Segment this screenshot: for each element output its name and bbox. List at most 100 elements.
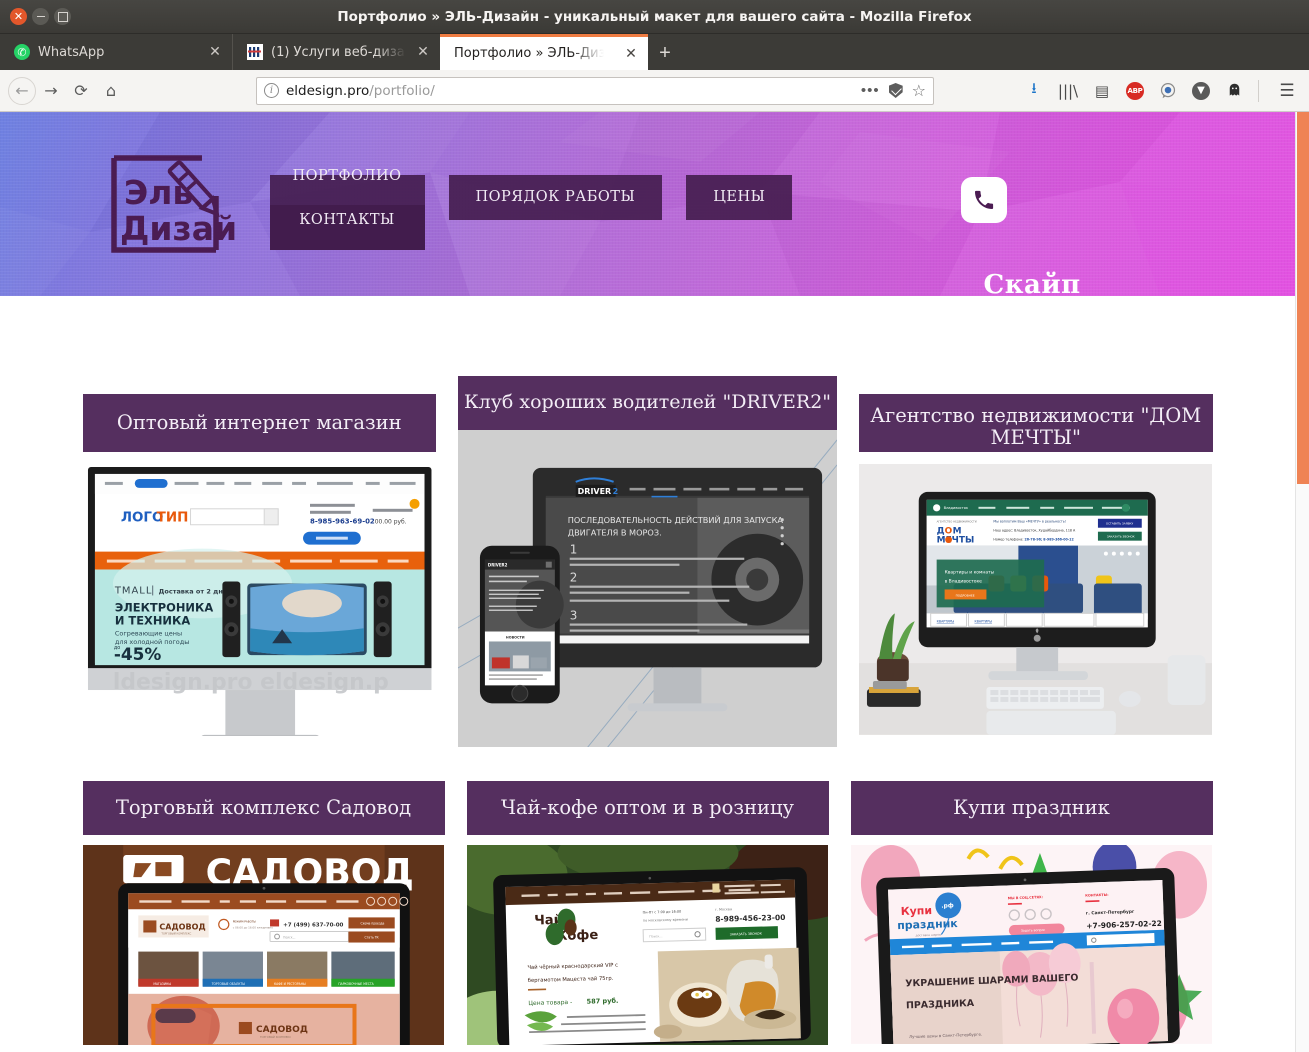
portfolio-card[interactable]: Купи праздник Купи праздник .рф доставка… [850,781,1213,1045]
tab-whatsapp[interactable]: ✆ WhatsApp ✕ [0,34,232,70]
downloads-icon[interactable]: ⭳ [1024,79,1044,101]
page-viewport: Эль Дизайн ПОРТФОЛИО КОНТАКТЫ ПОРЯДОК РА… [0,112,1309,1052]
card-title: Агентство недвижимости "ДОМ МЕЧТЫ" [859,394,1213,452]
nav-item-work-order[interactable]: ПОРЯДОК РАБОТЫ [448,175,663,220]
nav-item-prices[interactable]: ЦЕНЫ [686,175,793,220]
svg-text:-45%: -45% [113,644,161,664]
ghostery-icon[interactable] [1224,81,1244,101]
back-icon[interactable]: ← [8,76,36,105]
toolbar-divider [1258,79,1259,102]
svg-text:Купи: Купи [900,904,932,918]
svg-text:с 06:00 до 16:00 ежедневно: с 06:00 до 16:00 ежедневно [232,925,272,929]
svg-text:Наш адрес: Владивосток, Худайб: Наш адрес: Владивосток, Худайбердина, 11… [993,529,1076,533]
portfolio-card[interactable]: Торговый комплекс Садовод САДОВОД САДОВО… [82,781,445,1045]
site-header: Эль Дизайн ПОРТФОЛИО КОНТАКТЫ ПОРЯДОК РА… [0,112,1295,296]
card-title-line1: Агентство недвижимости "ДОМ [870,404,1202,427]
bookmark-star-icon[interactable]: ☆ [912,81,926,100]
svg-text:3: 3 [570,609,578,623]
card-title: Оптовый интернет магазин [82,394,436,452]
messenger-icon[interactable] [1158,81,1178,101]
scrollbar-thumb[interactable] [1297,112,1309,484]
hamburger-menu-icon[interactable]: ☰ [1277,81,1297,101]
card-title: Купи праздник [850,781,1213,835]
svg-text:Схема проезда: Схема проезда [360,921,384,925]
tab-close-icon[interactable]: ✕ [622,45,640,63]
portfolio-card[interactable]: Оптовый интернет магазин ЛОГО ТИП 8-985-… [82,394,436,748]
window-controls: ✕ [10,8,71,25]
svg-text:Задать вопрос: Задать вопрос [1020,928,1045,933]
svg-text:Номер телефона: 26-78-96; 8-98: Номер телефона: 26-78-96; 8-989-366-00-1… [993,538,1073,542]
tab-vk-services[interactable]: (1) Услуги веб-дизайнер ✕ [232,34,440,70]
page-scrollbar[interactable] [1295,112,1309,1052]
svg-text:2: 2 [613,487,619,496]
svg-text:САДОВОД: САДОВОД [159,922,205,931]
svg-text:2: 2 [570,571,578,585]
sidebar-icon[interactable]: ▤ [1092,81,1112,101]
address-bar[interactable]: i eldesign.pro/portfolio/ ••• ☆ [256,76,934,105]
nav-portfolio-contacts-group[interactable]: ПОРТФОЛИО КОНТАКТЫ [269,169,425,250]
portfolio-card[interactable]: Агентство недвижимости "ДОМ МЕЧТЫ" Влади… [859,394,1213,748]
page-actions-icon[interactable]: ••• [861,82,880,99]
card-screenshot[interactable]: ЛОГО ТИП 8-985-963-69-02 00.00 руб. TMAL… [82,464,436,736]
svg-text:КВАРТИРЫ: КВАРТИРЫ [975,619,993,623]
card-screenshot[interactable]: DRIVER 2 ПОСЛЕДОВАТЕЛЬНОСТЬ ДЕЙСТВИЙ ДЛЯ… [457,430,838,748]
window-maximize-button[interactable] [54,8,71,25]
site-info-icon[interactable]: i [264,83,279,98]
svg-text:587 руб.: 587 руб. [586,997,618,1006]
home-icon[interactable]: ⌂ [96,76,126,106]
svg-text:Поиск...: Поиск... [649,934,662,938]
adblock-plus-icon[interactable]: ABP [1126,81,1144,100]
svg-text:Согревающие цены: Согревающие цены [114,629,181,637]
browser-toolbar: ← → ⟳ ⌂ i eldesign.pro/portfolio/ ••• ☆ … [0,70,1309,112]
phone-icon[interactable] [960,177,1007,223]
portfolio-card[interactable]: Чай-кофе оптом и в розницу Чай Кофе Пн-П… [466,781,829,1045]
card-screenshot[interactable]: САДОВОД САДОВОД ТОРГОВЫЙ КОМПЛЕКС РЕЖИМ … [82,845,445,1045]
vk-icon [247,44,263,60]
svg-text:.рф: .рф [941,902,954,909]
svg-text:г. Москва: г. Москва [714,907,731,911]
nav-item-portfolio[interactable]: ПОРТФОЛИО [270,169,425,184]
driver2-mockup-image: DRIVER 2 ПОСЛЕДОВАТЕЛЬНОСТЬ ДЕЙСТВИЙ ДЛЯ… [457,430,838,748]
svg-text:DRIVER2: DRIVER2 [488,563,508,568]
svg-text:МАГАЗИНЫ: МАГАЗИНЫ [153,982,171,986]
svg-text:КАФЕ И РЕСТОРАНЫ: КАФЕ И РЕСТОРАНЫ [274,982,306,986]
forward-icon[interactable]: → [36,76,66,106]
svg-text:в Владивостоке: в Владивостоке [945,578,983,584]
window-close-button[interactable]: ✕ [10,8,27,25]
new-tab-button[interactable]: + [648,36,682,70]
card-title: Клуб хороших водителей "DRIVER2" [457,376,838,430]
svg-text:ТОРГОВЫЕ ОБЪЕКТЫ: ТОРГОВЫЕ ОБЪЕКТЫ [210,982,245,986]
tab-label: WhatsApp [38,44,105,60]
reload-icon[interactable]: ⟳ [66,76,96,106]
card-title: Чай-кофе оптом и в розницу [466,781,829,835]
card-title: Торговый комплекс Садовод [82,781,445,835]
nav-item-contacts[interactable]: КОНТАКТЫ [269,205,425,250]
site-navigation: ПОРТФОЛИО КОНТАКТЫ ПОРЯДОК РАБОТЫ ЦЕНЫ [269,169,793,250]
site-logo[interactable]: Эль Дизайн [106,140,259,258]
card-screenshot[interactable]: Чай Кофе Пн-Пт с 7:00 до 16:00 по москов… [466,845,829,1045]
shield-icon[interactable] [888,83,903,98]
portfolio-card[interactable]: Клуб хороших водителей "DRIVER2" DRIVER … [457,376,838,748]
toolbar-icons: ⭳ |||\ ▤ ABP ▼ ☰ [1024,79,1301,102]
svg-text:МЕЧТЫ: МЕЧТЫ [937,536,975,546]
svg-text:КВАРТИРЫ: КВАРТИРЫ [937,619,955,623]
svg-text:до: до [113,645,119,651]
kupiprazdnik-mockup-image: Купи праздник .рф доставка шаров МЫ В СО… [850,845,1213,1044]
chaykofe-mockup-image: Чай Кофе Пн-Пт с 7:00 до 16:00 по москов… [466,845,829,1045]
svg-text:Цена товара -: Цена товара - [528,999,572,1007]
tab-portfolio-eldesign[interactable]: Портфолио » ЭЛЬ-Дизайн - ✕ [440,34,648,70]
tab-close-icon[interactable]: ✕ [414,43,432,61]
pocket-icon[interactable]: ▼ [1192,81,1210,100]
svg-text:Владивосток: Владивосток [944,506,969,510]
window-minimize-button[interactable] [32,8,49,25]
tab-label: (1) Услуги веб-дизайнер [271,44,406,60]
shop-mockup-image: ЛОГО ТИП 8-985-963-69-02 00.00 руб. TMAL… [82,464,436,736]
library-icon[interactable]: |||\ [1058,81,1078,101]
svg-text:8-989-456-23-00: 8-989-456-23-00 [715,913,785,924]
card-title-line2: МЕЧТЫ" [990,426,1081,450]
card-screenshot[interactable]: Купи праздник .рф доставка шаров МЫ В СО… [850,845,1213,1045]
card-screenshot[interactable]: Владивосток АГЕНТСТВО НЕДВИЖИМОСТИ Д О М… [859,464,1213,736]
portfolio-grid-row1: Оптовый интернет магазин ЛОГО ТИП 8-985-… [82,296,1213,748]
svg-text:8-985-963-69-02: 8-985-963-69-02 [310,518,375,526]
tab-close-icon[interactable]: ✕ [206,43,224,61]
